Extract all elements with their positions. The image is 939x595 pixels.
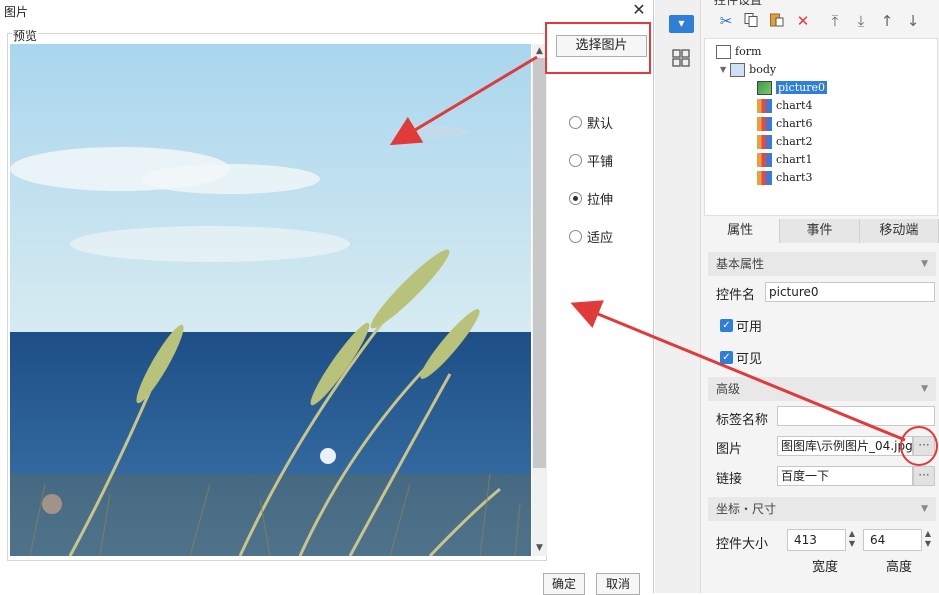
section-title: 基本属性 — [716, 257, 765, 271]
tree-label: body — [749, 63, 777, 76]
scroll-down-icon[interactable]: ▼ — [532, 541, 547, 555]
annotation-highlight-box — [545, 22, 651, 74]
move-up-icon[interactable]: ↑ — [878, 12, 896, 30]
radio-label: 平铺 — [587, 154, 614, 170]
checkbox-label: 可用 — [736, 320, 763, 335]
preview-label: 预览 — [12, 27, 39, 44]
dialog-title: 图片 — [4, 5, 29, 19]
collapse-icon: ▼ — [921, 259, 928, 269]
checkmark-icon: ✓ — [720, 319, 733, 332]
section-advanced[interactable]: 高级 ▼ — [708, 377, 936, 401]
copy-icon[interactable] — [742, 12, 760, 30]
radio-circle — [569, 229, 582, 243]
picture-icon — [757, 80, 772, 95]
radio-stretch[interactable]: 拉伸 — [569, 189, 614, 208]
form-icon — [716, 44, 731, 59]
chart-icon — [757, 98, 772, 113]
tag-label: 标签名称 — [716, 413, 769, 428]
height-spinner-icon[interactable]: ▲ ▼ — [921, 529, 935, 551]
tree-node-chart6[interactable]: chart6 — [757, 115, 812, 132]
radio-label: 适应 — [587, 230, 614, 246]
ok-button[interactable]: 确定 — [543, 573, 585, 595]
visible-checkbox[interactable]: ✓ 可见 — [720, 348, 762, 367]
height-input[interactable]: 64 — [863, 529, 922, 551]
chart-icon — [757, 170, 772, 185]
tree-node-body[interactable]: ▼ body — [720, 61, 776, 78]
image-label: 图片 — [716, 442, 743, 457]
cut-icon[interactable]: ✂ — [717, 12, 735, 30]
tree-label: form — [735, 45, 762, 58]
link-field[interactable]: 百度一下 — [777, 466, 913, 486]
browse-link-button[interactable]: ··· — [913, 466, 935, 486]
chart-icon — [757, 134, 772, 149]
section-basic[interactable]: 基本属性 ▼ — [708, 252, 936, 276]
expand-icon: ▼ — [720, 65, 727, 74]
link-label: 链接 — [716, 472, 743, 487]
scroll-thumb[interactable] — [533, 58, 546, 468]
width-caption: 宽度 — [812, 560, 839, 575]
tree-label-selected: picture0 — [776, 81, 827, 94]
checkmark-icon: ✓ — [720, 351, 733, 364]
delete-icon[interactable]: ✕ — [794, 12, 812, 30]
tab-properties[interactable]: 属性 — [701, 219, 781, 243]
tree-node-chart2[interactable]: chart2 — [757, 133, 812, 150]
section-coords[interactable]: 坐标・尺寸 ▼ — [708, 497, 936, 521]
tree-node-chart1[interactable]: chart1 — [757, 151, 812, 168]
chart-icon — [757, 152, 772, 167]
move-down-icon[interactable]: ↓ — [904, 12, 922, 30]
tree-node-chart4[interactable]: chart4 — [757, 97, 812, 114]
tree-label: chart1 — [776, 153, 813, 166]
tree-label: chart6 — [776, 117, 813, 130]
panel-title: 控件设置 — [714, 0, 763, 7]
radio-fit[interactable]: 适应 — [569, 227, 614, 246]
cancel-button[interactable]: 取消 — [596, 573, 640, 595]
move-top-icon[interactable]: ⤒ — [826, 12, 844, 30]
preview-image — [10, 44, 531, 556]
tree-label: chart3 — [776, 171, 813, 184]
body-icon — [730, 62, 746, 77]
section-title: 高级 — [716, 382, 741, 396]
side-icon-strip — [655, 0, 701, 593]
tree-label: chart2 — [776, 135, 813, 148]
collapse-icon: ▼ — [921, 504, 928, 514]
width-input[interactable]: 413 — [787, 529, 846, 551]
name-field[interactable]: picture0 — [765, 282, 935, 302]
radio-circle-selected — [569, 191, 582, 205]
radio-label: 拉伸 — [587, 192, 614, 208]
widget-panel-icon[interactable]: ▼ — [669, 15, 694, 33]
close-icon[interactable]: ✕ — [630, 1, 648, 19]
property-tabs: 属性 事件 移动端 — [701, 219, 939, 243]
image-path-field[interactable]: 图图库\示例图片_04.jpg — [777, 436, 913, 456]
size-label: 控件大小 — [716, 537, 769, 552]
tag-field[interactable] — [777, 406, 935, 426]
radio-tile[interactable]: 平铺 — [569, 151, 614, 170]
radio-circle — [569, 153, 582, 167]
tree-label: chart4 — [776, 99, 813, 112]
layout-panel-icon[interactable] — [671, 48, 691, 68]
tab-events[interactable]: 事件 — [780, 219, 860, 243]
move-bottom-icon[interactable]: ⤓ — [852, 12, 870, 30]
chart-icon — [757, 116, 772, 131]
height-caption: 高度 — [886, 560, 913, 575]
paste-icon[interactable] — [768, 12, 786, 30]
section-title: 坐标・尺寸 — [716, 502, 777, 516]
collapse-icon: ▼ — [921, 384, 928, 394]
checkbox-label: 可见 — [736, 352, 763, 367]
tree-node-picture0[interactable]: picture0 — [757, 79, 827, 96]
tree-node-chart3[interactable]: chart3 — [757, 169, 812, 186]
tree-node-form[interactable]: form — [716, 43, 761, 60]
tab-mobile[interactable]: 移动端 — [860, 219, 939, 243]
enabled-checkbox[interactable]: ✓ 可用 — [720, 316, 762, 335]
radio-circle — [569, 115, 582, 129]
radio-default[interactable]: 默认 — [569, 113, 614, 132]
annotation-circle — [900, 426, 938, 466]
radio-label: 默认 — [587, 116, 614, 132]
width-spinner-icon[interactable]: ▲ ▼ — [845, 529, 859, 551]
name-label: 控件名 — [716, 288, 756, 303]
